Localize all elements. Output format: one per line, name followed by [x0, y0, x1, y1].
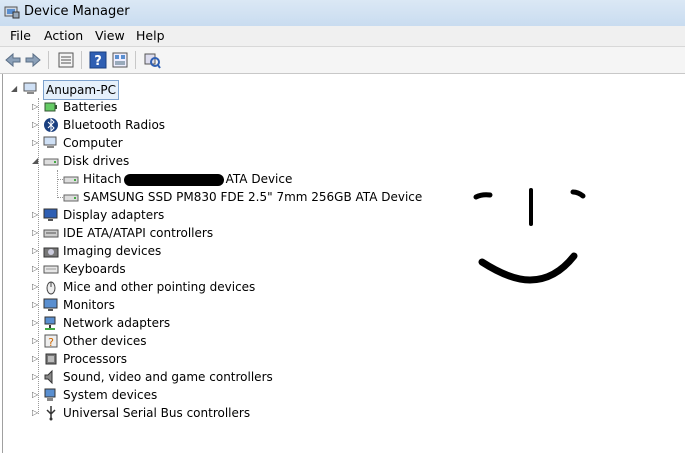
- bluetooth-icon: [44, 117, 58, 133]
- menu-bar: File Action View Help: [0, 26, 685, 47]
- ide-icon: [43, 229, 59, 238]
- category-label: Computer: [63, 136, 123, 150]
- redaction-scribble: [123, 173, 224, 186]
- expand-icon[interactable]: ▷: [32, 300, 40, 310]
- category-label: Sound, video and game controllers: [63, 370, 273, 384]
- collapse-icon[interactable]: ◢: [32, 156, 40, 166]
- expand-icon[interactable]: ▷: [32, 318, 40, 328]
- toolbar: ?: [0, 47, 685, 74]
- expand-icon[interactable]: ▷: [32, 120, 40, 130]
- scan-hardware-icon[interactable]: [143, 51, 161, 69]
- menu-view[interactable]: View: [95, 28, 125, 43]
- expand-icon[interactable]: ▷: [32, 264, 40, 274]
- window-title: Device Manager: [24, 4, 130, 19]
- category-label: Bluetooth Radios: [63, 118, 166, 132]
- root-label: Anupam-PC: [43, 80, 120, 100]
- expand-icon[interactable]: ▷: [32, 336, 40, 346]
- computer-icon: [23, 82, 37, 94]
- collapse-icon[interactable]: ◢: [11, 84, 19, 94]
- category-label: Mice and other pointing devices: [63, 280, 256, 294]
- speaker-icon: [44, 369, 53, 385]
- category-label: Universal Serial Bus controllers: [63, 406, 251, 420]
- category-label: System devices: [63, 388, 158, 402]
- expand-icon[interactable]: ▷: [32, 138, 40, 148]
- system-icon: [44, 388, 56, 401]
- display-icon: [43, 208, 58, 221]
- category-label: Batteries: [63, 100, 118, 114]
- svg-text:?: ?: [94, 54, 102, 69]
- unknown-device-icon: ?: [44, 334, 58, 349]
- expand-icon[interactable]: ▷: [32, 390, 40, 400]
- mouse-icon: [46, 281, 56, 295]
- expand-icon[interactable]: ▷: [32, 372, 40, 382]
- expand-icon[interactable]: ▷: [32, 246, 40, 256]
- category-label: Processors: [63, 352, 128, 366]
- category-label: Keyboards: [63, 262, 126, 276]
- keyboard-icon: [43, 265, 59, 274]
- expand-icon[interactable]: ▷: [32, 354, 40, 364]
- device-manager-icon: [4, 6, 20, 19]
- network-icon: [44, 316, 56, 330]
- category-label: Disk drives: [63, 154, 130, 168]
- processor-icon: [45, 353, 57, 365]
- expand-icon[interactable]: ▷: [32, 408, 40, 418]
- expand-icon[interactable]: ▷: [32, 210, 40, 220]
- device-label-suffix: ATA Device: [225, 172, 293, 186]
- disk-drive-icon: [63, 176, 79, 184]
- category-label: Display adapters: [63, 208, 165, 222]
- disk-drive-icon: [43, 158, 59, 166]
- battery-icon: [44, 102, 57, 112]
- device-label: Hitach ATA Device: [83, 170, 292, 188]
- properties-icon[interactable]: [57, 51, 75, 69]
- category-label: IDE ATA/ATAPI controllers: [63, 226, 214, 240]
- menu-action[interactable]: Action: [44, 28, 83, 43]
- forward-icon[interactable]: [24, 51, 42, 69]
- device-label: SAMSUNG SSD PM830 FDE 2.5" 7mm 256GB ATA…: [83, 190, 423, 204]
- help-icon[interactable]: ?: [89, 51, 107, 69]
- details-icon[interactable]: [111, 51, 129, 69]
- drawn-smiley: [473, 188, 586, 284]
- category-label: Monitors: [63, 298, 115, 312]
- expand-icon[interactable]: ▷: [32, 282, 40, 292]
- monitor-icon: [43, 298, 58, 311]
- svg-text:?: ?: [48, 336, 54, 349]
- category-label: Network adapters: [63, 316, 171, 330]
- back-icon[interactable]: [4, 51, 22, 69]
- computer-icon: [43, 136, 57, 148]
- usb-icon: [46, 406, 56, 421]
- category-label: Imaging devices: [63, 244, 162, 258]
- title-bar: Device Manager: [0, 0, 685, 26]
- disk-drive-icon: [63, 194, 79, 202]
- expand-icon[interactable]: ▷: [32, 102, 40, 112]
- category-label: Other devices: [63, 334, 147, 348]
- device-label-prefix: Hitach: [83, 172, 122, 186]
- menu-file[interactable]: File: [10, 28, 31, 43]
- menu-help[interactable]: Help: [136, 28, 165, 43]
- camera-icon: [43, 247, 59, 258]
- expand-icon[interactable]: ▷: [32, 228, 40, 238]
